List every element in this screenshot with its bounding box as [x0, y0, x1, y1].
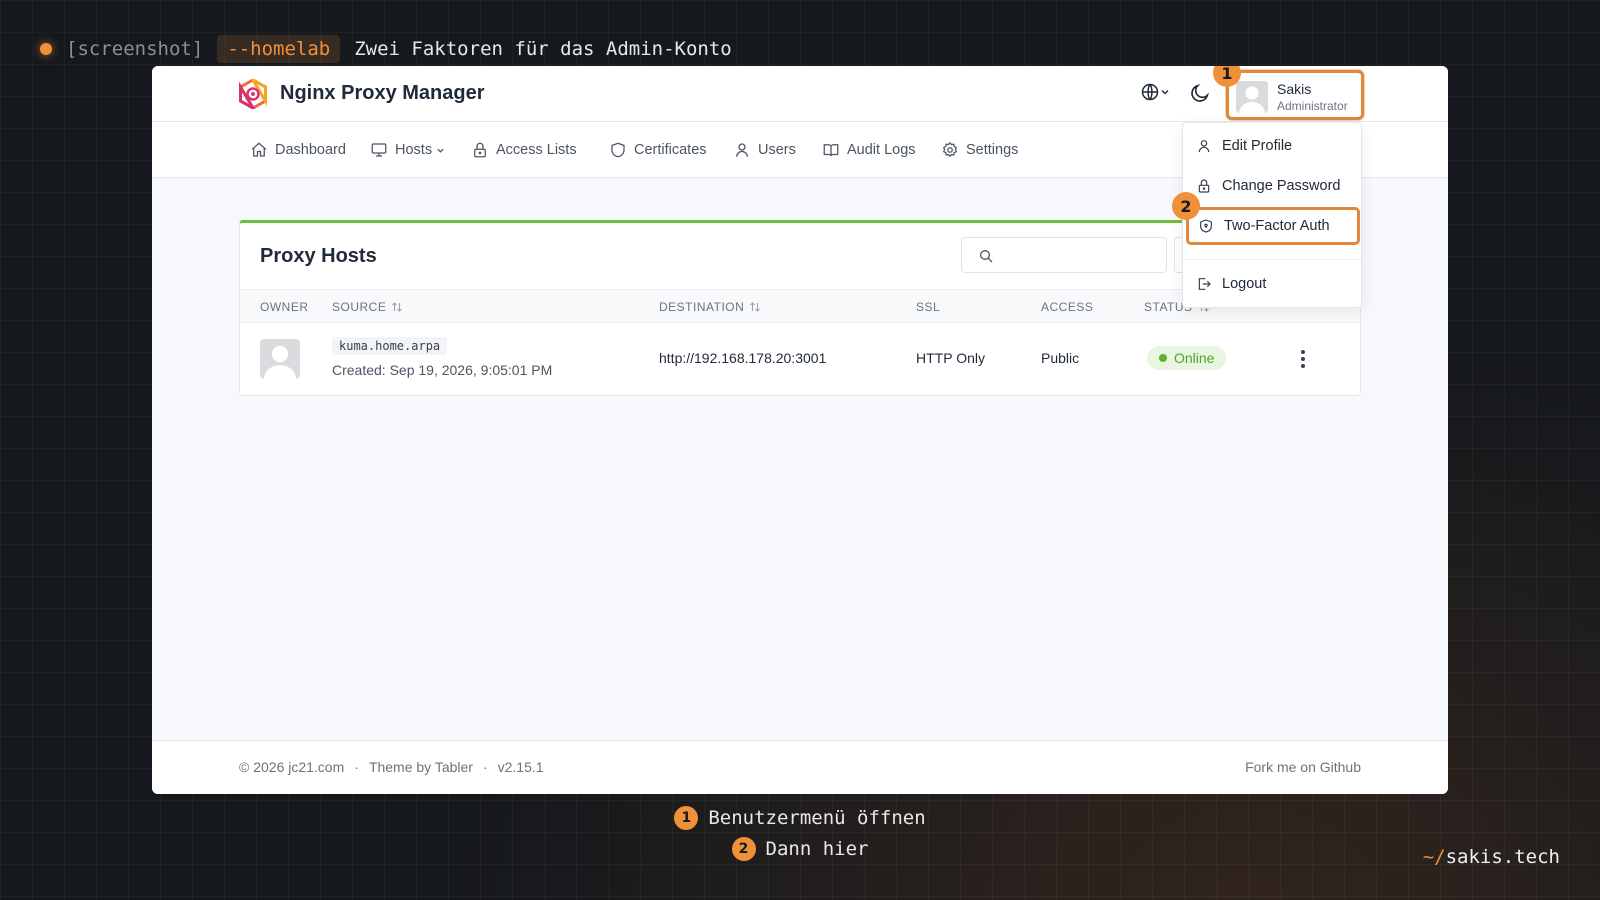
nav-dashboard[interactable]: Dashboard [250, 122, 346, 178]
destination-url: http://192.168.178.20:3001 [659, 350, 827, 366]
legend-number: 2 [731, 837, 756, 861]
footer-theme-link[interactable]: Theme by Tabler [369, 759, 473, 775]
table-row[interactable]: kuma.home.arpa Created: Sep 19, 2026, 9:… [240, 323, 1360, 395]
user-icon [736, 143, 748, 157]
globe-icon [1141, 83, 1159, 101]
legend-step-2: 2 Dann hier [0, 837, 1600, 861]
user-role: Administrator [1277, 99, 1348, 113]
status-badge: Online [1147, 346, 1227, 370]
sort-icon [750, 302, 761, 312]
legend-text: Dann hier [765, 838, 869, 860]
app-header: Nginx Proxy Manager Sakis Administrator [152, 66, 1448, 122]
user-placeholder-icon [263, 345, 297, 379]
logout-icon [1198, 278, 1211, 290]
created-date: Created: Sep 19, 2026, 9:05:01 PM [332, 362, 553, 378]
caption-tag-homelab: --homelab [217, 35, 341, 63]
owner-avatar [260, 339, 300, 379]
card-title: Proxy Hosts [260, 245, 377, 267]
moon-icon [1191, 83, 1210, 102]
nav-users[interactable]: Users [733, 122, 796, 178]
search-icon [980, 250, 993, 263]
app-brand[interactable]: Nginx Proxy Manager [280, 82, 485, 105]
menu-change-password[interactable]: Change Password [1183, 167, 1361, 205]
access-value: Public [1041, 350, 1080, 366]
menu-two-factor-auth[interactable]: Two-Factor Auth [1186, 207, 1360, 245]
footer-copyright[interactable]: © 2026 jc21.com [239, 759, 344, 775]
app-window: Nginx Proxy Manager Sakis Administrator [152, 66, 1448, 794]
col-destination[interactable]: DESTINATION [659, 300, 761, 314]
ssl-value: HTTP Only [916, 350, 985, 366]
user-icon [1198, 140, 1210, 153]
language-selector[interactable] [1140, 82, 1170, 102]
row-actions-menu-icon[interactable] [1298, 347, 1308, 371]
user-dropdown-menu: Edit Profile Change Password Two-Factor … [1182, 122, 1362, 308]
col-source[interactable]: SOURCE [332, 300, 403, 314]
chevron-down-icon [437, 148, 444, 153]
nav-dashboard-label: Dashboard [275, 142, 346, 158]
legend-step-1: 1 Benutzermenü öffnen [0, 806, 1600, 830]
nav-settings[interactable]: Settings [941, 122, 1018, 178]
footer-separator: · [354, 759, 359, 775]
signature-prefix: ~/ [1422, 846, 1446, 868]
chevron-down-icon [1161, 90, 1169, 95]
caption-title: Zwei Faktoren für das Admin-Konto [354, 38, 732, 60]
caption-tag-screenshot: [screenshot] [66, 38, 204, 60]
col-ssl: SSL [916, 300, 941, 314]
nav-certificates-label: Certificates [634, 142, 707, 158]
nav-certificates[interactable]: Certificates [609, 122, 707, 178]
search-input[interactable] [961, 237, 1167, 273]
legend-number: 1 [674, 806, 699, 830]
nav-audit-logs[interactable]: Audit Logs [822, 122, 916, 178]
footer-separator: · [482, 759, 488, 775]
footer-github-link[interactable]: Fork me on Github [1245, 759, 1361, 775]
book-icon [823, 144, 839, 157]
user-avatar [1236, 81, 1268, 113]
step-badge-2: 2 [1172, 192, 1200, 220]
status-dot-icon [1159, 354, 1167, 362]
menu-divider [1183, 259, 1361, 260]
site-signature: ~/sakis.tech [1423, 846, 1560, 868]
signature-site: sakis.tech [1445, 846, 1560, 868]
nav-access-lists-label: Access Lists [496, 142, 577, 158]
nav-audit-logs-label: Audit Logs [847, 142, 916, 158]
nav-hosts-label: Hosts [395, 142, 433, 158]
nav-settings-label: Settings [966, 142, 1019, 158]
nav-hosts[interactable]: Hosts [370, 122, 445, 178]
user-menu-button[interactable]: Sakis Administrator [1226, 70, 1364, 120]
gear-icon [942, 141, 958, 158]
menu-logout[interactable]: Logout [1183, 265, 1361, 303]
app-footer: © 2026 jc21.com · Theme by Tabler · v2.1… [152, 740, 1448, 794]
dark-mode-toggle[interactable] [1189, 82, 1211, 104]
shield-lock-icon [1200, 219, 1212, 233]
legend-text: Benutzermenü öffnen [708, 807, 926, 829]
menu-edit-profile[interactable]: Edit Profile [1183, 127, 1361, 165]
user-placeholder-icon [1239, 86, 1265, 113]
footer-version[interactable]: v2.15.1 [498, 759, 544, 775]
record-dot-icon [40, 43, 52, 55]
col-access: ACCESS [1041, 300, 1094, 314]
shield-icon [611, 142, 625, 158]
user-name: Sakis [1277, 81, 1312, 97]
nav-access-lists[interactable]: Access Lists [471, 122, 577, 178]
nginx-proxy-manager-logo-icon[interactable] [238, 79, 268, 109]
col-owner: OWNER [260, 300, 309, 314]
screenshot-caption: [screenshot] --homelab Zwei Faktoren für… [40, 35, 732, 63]
source-domain[interactable]: kuma.home.arpa [332, 337, 448, 355]
monitor-icon [371, 143, 387, 157]
home-icon [251, 142, 267, 157]
sort-icon [392, 302, 403, 312]
lock-icon [474, 142, 486, 158]
nav-users-label: Users [758, 142, 796, 158]
lock-icon [1198, 179, 1210, 193]
